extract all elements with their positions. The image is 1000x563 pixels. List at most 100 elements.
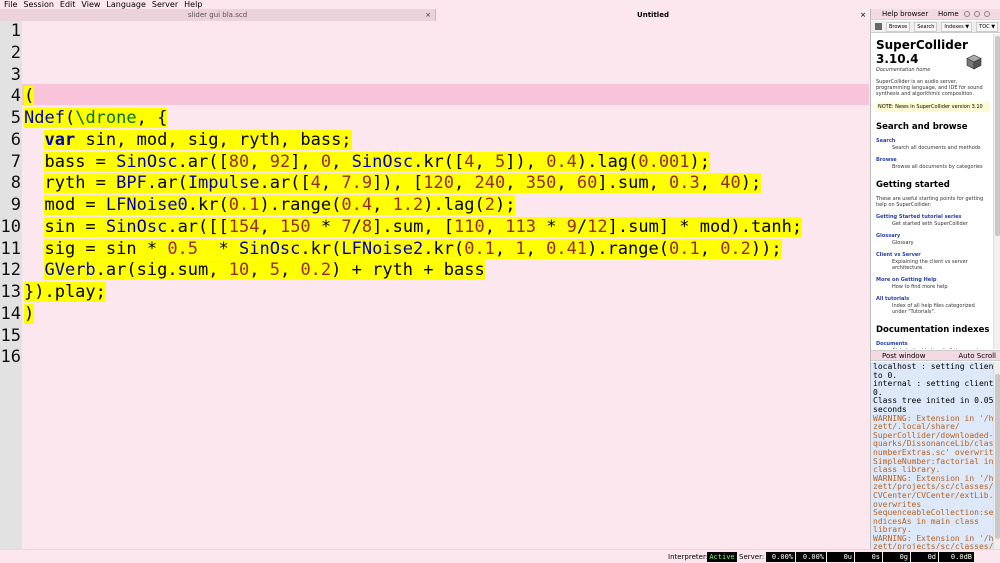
line-number: 7: [10, 151, 21, 172]
menu-item-file[interactable]: File: [4, 0, 17, 9]
menu-item-language[interactable]: Language: [106, 0, 145, 9]
line-number: 9: [10, 195, 21, 215]
server-volume[interactable]: 0.0dB: [939, 552, 974, 562]
selected-code: }).play;: [24, 282, 106, 302]
editor-tab-bar: slider gui bla.scd × Untitled ×: [0, 9, 870, 21]
tab-label: Untitled: [637, 11, 669, 19]
help-link[interactable]: Getting Started tutorial series: [876, 214, 993, 220]
code-line[interactable]: Ndef(\drone, {: [24, 107, 168, 129]
server-cpu-avg[interactable]: 0.00%: [766, 552, 795, 562]
interpreter-label: Interpreter:: [668, 553, 709, 561]
section-heading: Getting started: [876, 180, 950, 190]
server-groups[interactable]: 0g: [883, 552, 910, 562]
help-link-description: Glossary: [892, 240, 914, 246]
help-link[interactable]: Glossary: [876, 233, 993, 239]
post-window-title: Post window: [882, 352, 926, 360]
code-line[interactable]: ): [24, 303, 35, 325]
help-toolbar: Browse Search Indexes ▼ TOC ▼: [871, 21, 1000, 33]
code-line[interactable]: }).play;: [24, 281, 106, 303]
server-label: Server:: [739, 553, 765, 561]
float-icon[interactable]: [974, 11, 980, 17]
post-scrollbar[interactable]: [993, 362, 1000, 549]
line-number: 14: [0, 303, 21, 324]
help-browser-titlebar: Help browser Home: [871, 9, 1000, 20]
help-link-description: Explaining the client vs server architec…: [892, 259, 968, 271]
news-note[interactable]: NOTE: News in SuperCollider version 3.10: [876, 102, 990, 112]
menu-item-session[interactable]: Session: [23, 0, 54, 9]
close-icon[interactable]: [984, 11, 990, 17]
code-line[interactable]: mod = LFNoise0.kr(0.1).range(0.4, 1.2).l…: [24, 194, 516, 216]
home-button[interactable]: Home: [938, 9, 959, 20]
selected-code: GVerb.ar(sig.sum, 10, 5, 0.2) + ryth + b…: [44, 260, 485, 281]
server-cpu-peak[interactable]: 0.00%: [796, 552, 826, 562]
menu-item-edit[interactable]: Edit: [60, 0, 76, 9]
help-link-description: Browse all documents by categories: [892, 164, 983, 170]
code-line[interactable]: sig = sin * 0.5 * SinOsc.kr(LFNoise2.kr(…: [24, 238, 782, 260]
browse-button[interactable]: Browse: [886, 21, 911, 32]
scroll-thumb[interactable]: [995, 36, 1000, 236]
right-dock: Help browser Home Browse Search Indexes …: [870, 9, 1000, 549]
selected-code: bass = SinOsc.ar([80, 92], 0, SinOsc.kr(…: [44, 151, 711, 172]
code-line[interactable]: var sin, mod, sig, ryth, bass;: [24, 129, 352, 151]
line-number: 10: [0, 216, 21, 237]
tab-untitled[interactable]: Untitled ×: [436, 9, 870, 21]
section-heading: Documentation indexes: [876, 325, 990, 335]
selected-code: sin = SinOsc.ar([[154, 150 * 7/8].sum, […: [44, 216, 803, 237]
close-icon[interactable]: ×: [425, 9, 431, 21]
toc-button[interactable]: TOC ▼: [976, 21, 999, 32]
section-heading: Search and browse: [876, 122, 968, 132]
supercollider-cube-icon: [966, 54, 982, 70]
code-line[interactable]: (: [24, 85, 35, 107]
scroll-thumb[interactable]: [995, 374, 1000, 539]
tab-label: slider gui bla.scd: [187, 11, 248, 19]
line-number: 11: [0, 238, 21, 259]
menu-bar: File Session Edit View Language Server Help: [0, 0, 1000, 9]
help-scrollbar[interactable]: [993, 34, 1000, 349]
line-number: 13: [0, 282, 21, 302]
interpreter-status[interactable]: Active: [707, 552, 737, 562]
line-number: 1: [10, 21, 21, 41]
server-synthdefs[interactable]: 0d: [911, 552, 938, 562]
search-button[interactable]: Search: [914, 21, 938, 32]
help-link[interactable]: Client vs Server: [876, 252, 993, 258]
line-number: 2: [10, 42, 21, 63]
help-link-description: Search all documents and methods: [892, 145, 981, 151]
line-number: 6: [10, 129, 21, 150]
post-window[interactable]: localhost : setting clientIDto 0.interna…: [871, 362, 993, 549]
line-number: 5: [10, 108, 21, 128]
auto-scroll-toggle[interactable]: Auto Scroll: [958, 351, 996, 361]
help-link[interactable]: More on Getting Help: [876, 277, 993, 283]
menu-item-server[interactable]: Server: [152, 0, 178, 9]
selected-code: var sin, mod, sig, ryth, bass;: [44, 129, 352, 150]
server-ugens[interactable]: 0u: [827, 552, 854, 562]
code-line[interactable]: bass = SinOsc.ar([80, 92], 0, SinOsc.kr(…: [24, 151, 711, 173]
menu-item-help[interactable]: Help: [184, 0, 202, 9]
help-link[interactable]: All tutorials: [876, 296, 993, 302]
reload-icon[interactable]: [964, 11, 970, 17]
doc-title-line: SuperCollider: [876, 38, 968, 52]
tab-slider-gui[interactable]: slider gui bla.scd ×: [0, 9, 436, 21]
help-link-description: Index of all help files categorized unde…: [892, 303, 975, 315]
selected-code: mod = LFNoise0.kr(0.1).range(0.4, 1.2).l…: [44, 195, 516, 215]
help-browser-title: Help browser: [882, 10, 929, 18]
indexes-button[interactable]: Indexes ▼: [941, 21, 973, 32]
close-icon[interactable]: ×: [860, 9, 866, 21]
code-editor[interactable]: (Ndef(\drone, { var sin, mod, sig, ryth,…: [22, 21, 869, 549]
code-line[interactable]: sin = SinOsc.ar([[154, 150 * 7/8].sum, […: [24, 216, 803, 238]
menu-item-view[interactable]: View: [81, 0, 100, 9]
code-line[interactable]: ryth = BPF.ar(Impulse.ar([4, 7.9]), [120…: [24, 172, 762, 194]
line-number-gutter: 1 2 3 4 5 6 7 8 9 10 11 12 13 14 15 16: [0, 21, 22, 549]
selected-code: ryth = BPF.ar(Impulse.ar([4, 7.9]), [120…: [44, 173, 762, 194]
section-intro: These are useful starting points for get…: [876, 196, 984, 208]
line-number: 8: [10, 173, 21, 194]
current-line-highlight: [22, 84, 869, 105]
help-link-description: Get started with SuperCollider: [892, 221, 968, 227]
help-sections: Search and browse Search Search all docume…: [876, 122, 993, 349]
server-synths[interactable]: 0s: [855, 552, 882, 562]
code-line[interactable]: GVerb.ar(sig.sum, 10, 5, 0.2) + ryth + b…: [24, 259, 485, 281]
help-link[interactable]: Browse: [876, 157, 993, 163]
toolbar-icon[interactable]: [875, 23, 882, 30]
help-link[interactable]: Documents: [876, 341, 993, 347]
help-link[interactable]: Search: [876, 138, 993, 144]
line-number: 3: [10, 64, 21, 85]
